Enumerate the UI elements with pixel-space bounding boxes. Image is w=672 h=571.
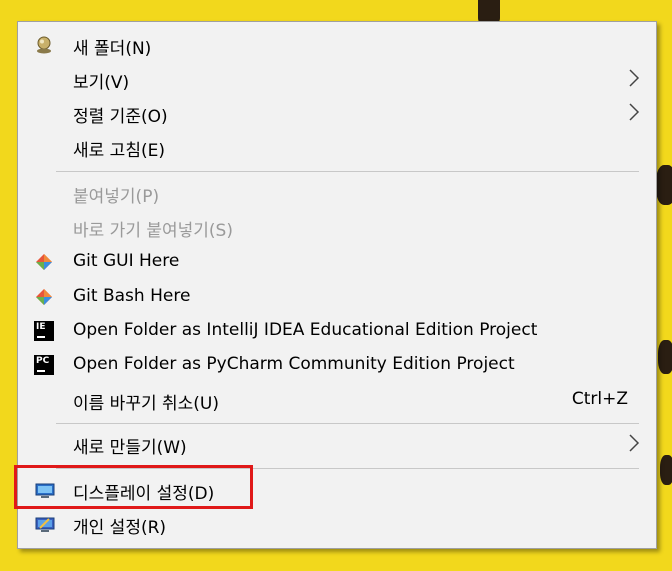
menu-item-new[interactable]: 새로 만들기(W): [18, 427, 656, 461]
wallpaper-shape: [660, 455, 672, 485]
menu-separator: [56, 423, 639, 424]
menu-item-new-folder[interactable]: 새 폴더(N): [18, 28, 656, 62]
menu-item-label: 붙여넣기(P): [73, 187, 160, 207]
menu-item-paste-shortcut: 바로 가기 붙여넣기(S): [18, 210, 656, 244]
menu-item-open-intellij[interactable]: IE Open Folder as IntelliJ IDEA Educatio…: [18, 314, 656, 348]
menu-item-sort-by[interactable]: 정렬 기준(O): [18, 96, 656, 130]
intellij-icon: IE: [34, 321, 54, 341]
wallpaper-shape: [658, 340, 672, 374]
menu-item-label: Git GUI Here: [73, 251, 180, 271]
intellij-icon-text: IE: [36, 322, 46, 332]
personalize-icon: [35, 515, 55, 533]
menu-item-view[interactable]: 보기(V): [18, 62, 656, 96]
menu-item-label: Git Bash Here: [73, 286, 191, 306]
menu-item-label: 이름 바꾸기 취소(U): [73, 394, 219, 414]
highlight-box: [14, 465, 253, 509]
menu-item-label: 보기(V): [73, 73, 130, 93]
menu-item-label: Open Folder as PyCharm Community Edition…: [73, 354, 515, 374]
pycharm-icon-text: PC: [36, 356, 50, 366]
menu-separator: [56, 171, 639, 172]
menu-item-git-gui[interactable]: Git GUI Here: [18, 245, 656, 279]
folder-icon: [35, 36, 53, 54]
chevron-right-icon: [628, 67, 640, 89]
wallpaper-shape: [656, 165, 672, 205]
menu-item-label: 새 폴더(N): [73, 39, 152, 59]
menu-item-label: 개인 설정(R): [73, 518, 167, 538]
pycharm-icon: PC: [34, 355, 54, 375]
menu-item-label: 정렬 기준(O): [73, 107, 168, 127]
menu-item-label: Open Folder as IntelliJ IDEA Educational…: [73, 320, 538, 340]
menu-item-git-bash[interactable]: Git Bash Here: [18, 280, 656, 314]
menu-item-undo-rename[interactable]: 이름 바꾸기 취소(U) Ctrl+Z: [18, 383, 656, 417]
menu-item-label: 새로 만들기(W): [73, 438, 187, 458]
menu-item-paste: 붙여넣기(P): [18, 176, 656, 210]
shortcut-label: Ctrl+Z: [571, 389, 628, 409]
menu-item-open-pycharm[interactable]: PC Open Folder as PyCharm Community Edit…: [18, 348, 656, 382]
menu-item-personalize[interactable]: 개인 설정(R): [18, 507, 656, 541]
menu-item-label: 바로 가기 붙여넣기(S): [73, 221, 233, 241]
chevron-right-icon: [628, 101, 640, 123]
chevron-right-icon: [628, 432, 640, 454]
menu-item-label: 새로 고침(E): [73, 141, 165, 161]
git-icon: [35, 253, 53, 271]
git-icon: [35, 288, 53, 306]
menu-item-refresh[interactable]: 새로 고침(E): [18, 130, 656, 164]
